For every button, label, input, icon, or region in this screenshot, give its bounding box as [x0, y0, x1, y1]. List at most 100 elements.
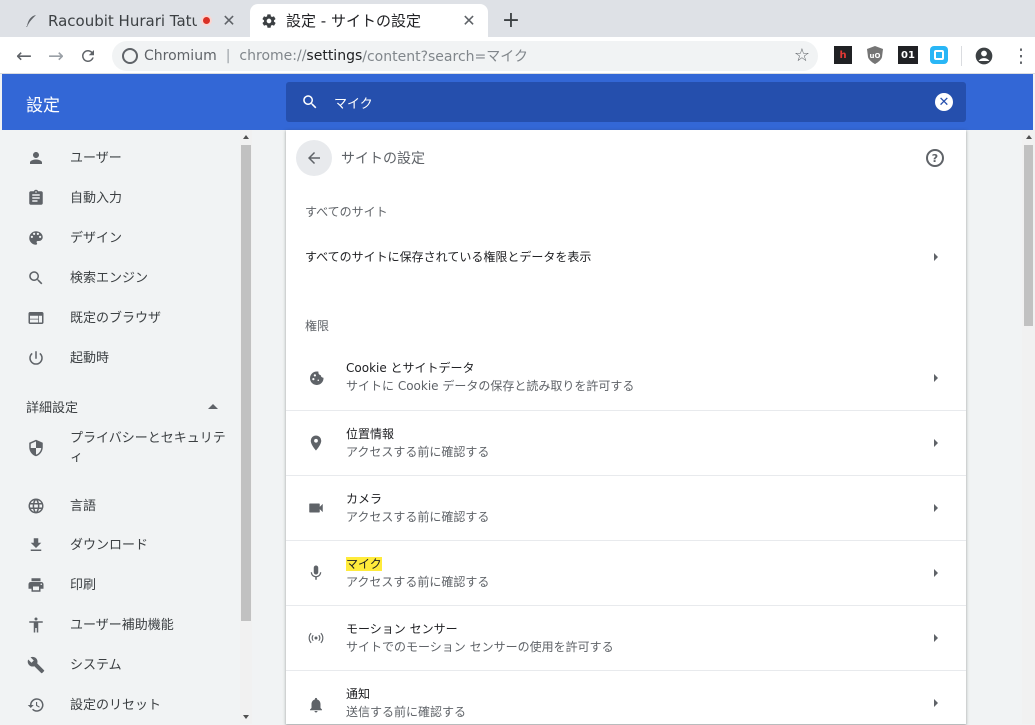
sidebar-item-accessibility[interactable]: ユーザー補助機能: [2, 605, 238, 645]
back-arrow-icon[interactable]: ←: [11, 43, 37, 69]
chevron-right-icon: [934, 634, 938, 642]
close-icon[interactable]: ✕: [220, 11, 238, 30]
permission-subtitle: サイトに Cookie データの保存と読み取りを許可する: [346, 379, 635, 393]
scroll-up-arrow-icon[interactable]: [243, 135, 249, 139]
scroll-down-arrow-icon[interactable]: [243, 715, 249, 719]
palette-icon: [26, 228, 46, 248]
chevron-right-icon: [934, 504, 938, 512]
tab-title: Racoubit Hurari Tatuy: [48, 11, 197, 30]
01-extension-icon[interactable]: 01: [898, 46, 918, 64]
url-host: settings: [306, 48, 363, 64]
toolbar-divider: [961, 46, 962, 66]
browser-icon: [26, 308, 46, 328]
sidebar-item-on-startup[interactable]: 起動時: [2, 338, 238, 378]
clipboard-icon: [26, 188, 46, 208]
search-icon: [26, 268, 46, 288]
printer-icon: [26, 575, 46, 595]
search-query[interactable]: マイク: [334, 93, 935, 112]
chevron-right-icon: [934, 439, 938, 447]
permission-row-cookies[interactable]: Cookie とサイトデータ サイトに Cookie データの保存と読み取りを許…: [286, 345, 966, 410]
subpage-header: サイトの設定 ?: [286, 130, 966, 186]
microphone-icon: [306, 563, 326, 583]
back-arrow-icon: [308, 152, 320, 164]
settings-search-field[interactable]: マイク ✕: [286, 82, 966, 122]
sidebar-item-label: 印刷: [70, 577, 97, 593]
accessibility-icon: [26, 615, 46, 635]
sidebar-item-label: ユーザー: [70, 150, 122, 166]
permission-row-location[interactable]: 位置情報 アクセスする前に確認する: [286, 410, 966, 475]
close-icon[interactable]: ✕: [460, 11, 478, 30]
ublock-origin-icon[interactable]: uO: [866, 46, 884, 64]
origin-label: Chromium: [144, 48, 217, 64]
sidebar-item-label: 起動時: [70, 350, 110, 366]
reload-icon[interactable]: [75, 43, 101, 69]
all-sites-label: すべてのサイトに保存されている権限とデータを表示: [305, 250, 592, 264]
advanced-toggle[interactable]: 詳細設定: [26, 396, 218, 416]
sidebar-item-label: システム: [70, 657, 122, 673]
page-scrollbar[interactable]: [1022, 130, 1035, 724]
sidebar-item-label: 検索エンジン: [70, 270, 149, 286]
chromium-icon: [122, 48, 138, 64]
sidebar-item-people[interactable]: ユーザー: [2, 138, 238, 178]
scrollbar-thumb[interactable]: [241, 145, 251, 621]
download-icon: [26, 535, 46, 555]
teal-extension-icon[interactable]: [930, 46, 948, 64]
all-sites-row[interactable]: すべてのサイトに保存されている権限とデータを表示: [286, 239, 966, 275]
scroll-up-arrow-icon[interactable]: [1026, 135, 1032, 139]
bookmark-star-icon[interactable]: ☆: [794, 45, 810, 66]
permission-row-microphone[interactable]: マイク アクセスする前に確認する: [286, 540, 966, 605]
sidebar-item-autofill[interactable]: 自動入力: [2, 178, 238, 218]
permission-subtitle: アクセスする前に確認する: [346, 444, 490, 459]
menu-kebab-icon[interactable]: ⋮: [1008, 43, 1034, 69]
location-pin-icon: [306, 433, 326, 453]
help-icon[interactable]: ?: [926, 149, 944, 167]
sidebar-item-system[interactable]: システム: [2, 645, 238, 685]
sidebar-item-privacy[interactable]: プライバシーとセキュリティ: [2, 426, 238, 470]
permission-row-motion-sensors[interactable]: モーション センサー サイトでのモーション センサーの使用を許可する: [286, 605, 966, 670]
wrench-icon: [26, 655, 46, 675]
permission-row-camera[interactable]: カメラ アクセスする前に確認する: [286, 475, 966, 540]
sidebar-item-label: ダウンロード: [70, 537, 149, 553]
sidebar-item-languages[interactable]: 言語: [2, 486, 238, 526]
sensor-icon: [306, 628, 326, 648]
tab-settings[interactable]: 設定 - サイトの設定 ✕: [250, 4, 488, 37]
permission-subtitle: アクセスする前に確認する: [346, 574, 490, 589]
permission-subtitle: アクセスする前に確認する: [346, 509, 490, 524]
camera-icon: [306, 498, 326, 518]
back-button[interactable]: [296, 140, 332, 176]
clear-search-icon[interactable]: ✕: [935, 93, 953, 111]
permission-title: 通知: [346, 687, 371, 701]
address-bar[interactable]: Chromium | chrome:// settings /content?s…: [112, 41, 818, 71]
profile-avatar-icon[interactable]: [971, 43, 997, 69]
sidebar-item-label: 設定のリセット: [70, 697, 162, 713]
sidebar-item-reset[interactable]: 設定のリセット: [2, 685, 238, 725]
feather-icon: [22, 12, 40, 30]
scrollbar-thumb[interactable]: [1024, 145, 1033, 326]
tab-racoubit[interactable]: Racoubit Hurari Tatuy ✕: [12, 4, 248, 37]
power-icon: [26, 348, 46, 368]
permission-title: 位置情報: [346, 426, 395, 441]
sidebar-scrollbar[interactable]: [240, 130, 252, 724]
gear-icon: [260, 12, 278, 30]
sidebar-item-appearance[interactable]: デザイン: [2, 218, 238, 258]
toolbar: ← → Chromium | chrome:// settings /conte…: [0, 37, 1035, 74]
forward-arrow-icon[interactable]: →: [43, 43, 69, 69]
permission-subtitle: サイトでのモーション センサーの使用を許可する: [346, 639, 614, 654]
permission-row-notifications[interactable]: 通知 送信する前に確認する: [286, 670, 966, 724]
url-path: /content?search=マイク: [362, 49, 528, 65]
sidebar: ユーザー 自動入力 デザイン 検索エンジン 既定のブラウザ 起動時 詳細設定 プ…: [2, 130, 252, 724]
cookie-icon: [306, 368, 326, 388]
permission-title: カメラ: [346, 491, 383, 506]
sidebar-item-printing[interactable]: 印刷: [2, 565, 238, 605]
recording-indicator-icon: [201, 15, 212, 26]
new-tab-button[interactable]: +: [499, 8, 523, 33]
sidebar-item-downloads[interactable]: ダウンロード: [2, 525, 238, 565]
sidebar-item-default-browser[interactable]: 既定のブラウザ: [2, 298, 238, 338]
permission-subtitle: 送信する前に確認する: [346, 705, 467, 719]
person-icon: [26, 148, 46, 168]
h-extension-icon[interactable]: h: [834, 46, 852, 64]
sidebar-item-label: デザイン: [70, 230, 123, 246]
chevron-right-icon: [934, 253, 938, 261]
tab-strip: Racoubit Hurari Tatuy ✕ 設定 - サイトの設定 ✕ +: [0, 0, 1035, 37]
sidebar-item-search-engine[interactable]: 検索エンジン: [2, 258, 238, 298]
